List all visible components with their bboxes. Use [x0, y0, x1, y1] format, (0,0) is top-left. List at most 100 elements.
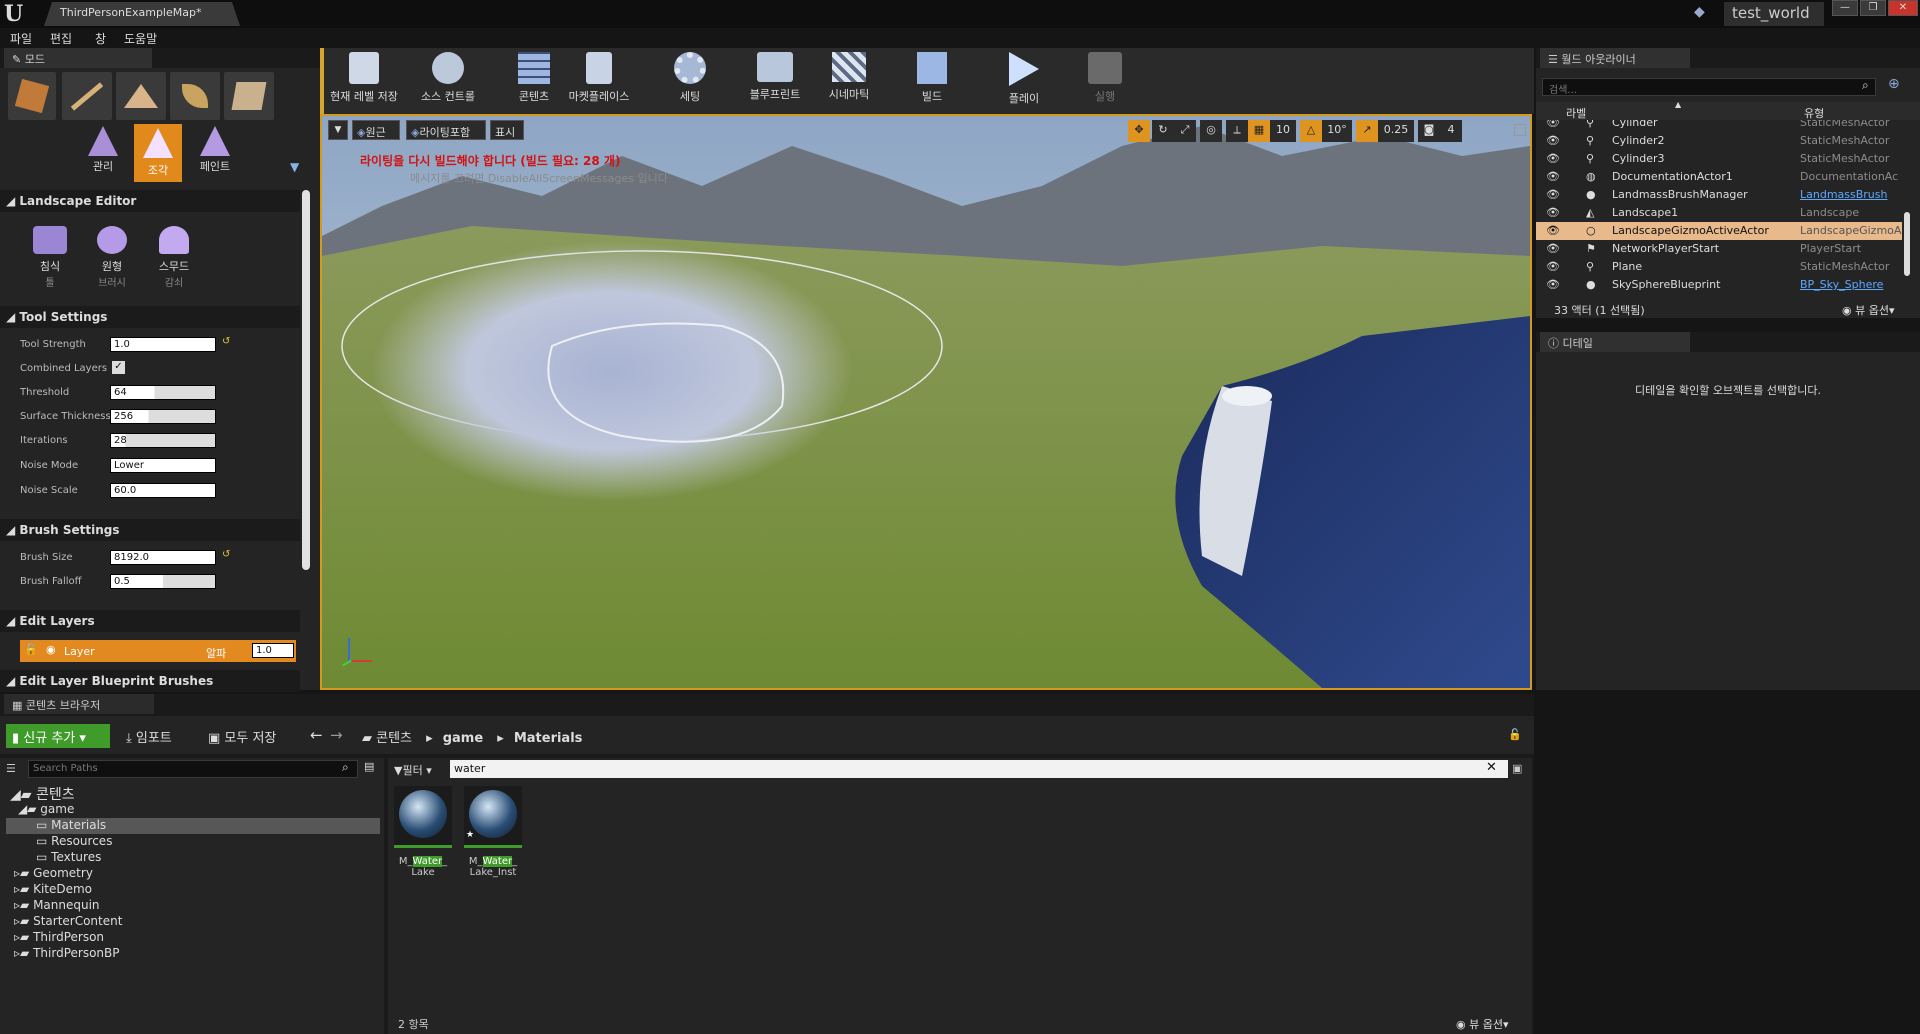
scale-snap-value[interactable]: 0.25 [1378, 120, 1414, 142]
save-all-button[interactable]: ▣ 모두 저장 [208, 727, 276, 746]
menu-edit[interactable]: 편집 [50, 30, 72, 47]
cinematic-button[interactable]: 시네마틱 [816, 52, 882, 112]
outliner-row[interactable]: 👁 ⚑ NetworkPlayerStart PlayerStart [1536, 240, 1902, 258]
rotation-snap-value[interactable]: 10° [1322, 120, 1352, 142]
tree-item[interactable]: ◢▰ 콘텐츠 [10, 784, 75, 804]
geometry-mode-button[interactable] [224, 72, 274, 120]
brush-size-field[interactable]: 8192.0 [110, 550, 216, 565]
tree-item[interactable]: ▹▰ ThirdPerson [14, 930, 104, 944]
surface-snap-icon[interactable]: ⟂ [1226, 120, 1248, 142]
tool-settings-header[interactable]: ◢ Tool Settings [0, 306, 300, 328]
search-icon[interactable]: ⌕ [1862, 78, 1869, 93]
eye-icon[interactable]: 👁 [1546, 224, 1560, 237]
threshold-field[interactable]: 64 [110, 385, 216, 400]
outliner-row[interactable]: 👁 ⚲ Cylinder3 StaticMeshActor [1536, 150, 1902, 168]
tree-item[interactable]: ▹▰ Mannequin [14, 898, 100, 912]
col-type[interactable]: 유형 [1804, 105, 1824, 121]
lock-icon[interactable]: 🔓 [24, 643, 38, 656]
landscape-mode-button[interactable] [116, 72, 166, 120]
outliner-row-selected[interactable]: 👁 ○ LandscapeGizmoActiveActor LandscapeGizm… [1536, 222, 1902, 240]
breadcrumb-item[interactable]: game [443, 731, 483, 746]
translate-icon[interactable]: ✥ [1128, 120, 1150, 142]
grid-snap-value[interactable]: 10 [1270, 120, 1296, 142]
breadcrumb-item[interactable]: 콘텐츠 [376, 731, 412, 746]
modes-scrollbar[interactable] [302, 190, 310, 570]
combined-layers-checkbox[interactable]: ✓ [112, 361, 125, 374]
tree-item[interactable]: ◢▰ game [18, 802, 74, 816]
tree-item[interactable]: ▹▰ ThirdPersonBP [14, 946, 119, 960]
content-button[interactable]: 콘텐츠 [506, 52, 562, 112]
clear-search-icon[interactable]: ✕ [1486, 760, 1497, 775]
camera-speed-value[interactable]: 4 [1440, 120, 1462, 142]
launch-button[interactable]: 실행 [1078, 52, 1132, 112]
outliner-row[interactable]: 👁 ● LandmassBrushManager LandmassBrush [1536, 186, 1902, 204]
viewport-options-button[interactable]: ▼ [328, 120, 348, 140]
brush-settings-header[interactable]: ◢ Brush Settings [0, 519, 300, 541]
tool-strength-field[interactable]: 1.0 [110, 337, 216, 352]
paint-layer-mode-button[interactable]: 페인트 [190, 124, 240, 180]
tree-item-selected[interactable]: ▭ Materials [36, 818, 106, 832]
eye-icon[interactable]: 👁 [1546, 170, 1560, 183]
eye-icon[interactable]: 👁 [1546, 152, 1560, 165]
tree-options-icon[interactable]: ▤ [364, 760, 374, 773]
reset-icon[interactable]: ↺ [222, 336, 230, 347]
asset-tile[interactable]: ★ [464, 786, 522, 848]
maximize-viewport-icon[interactable] [1514, 124, 1526, 136]
forward-icon[interactable]: → [330, 726, 343, 744]
tree-item[interactable]: ▹▰ Geometry [14, 866, 93, 880]
sources-toggle-icon[interactable]: ☰ [6, 762, 16, 775]
scale-snap-icon[interactable]: ↗ [1356, 120, 1378, 142]
breadcrumb-item[interactable]: Materials [514, 731, 583, 746]
play-button[interactable]: 플레이 [996, 52, 1052, 112]
outliner-search-input[interactable]: 검색... [1542, 78, 1876, 96]
noise-scale-field[interactable]: 60.0 [110, 483, 216, 498]
save-search-icon[interactable]: ▣ [1512, 762, 1522, 775]
import-button[interactable]: ⤓ 임포트 [126, 727, 172, 746]
outliner-row[interactable]: 👁 ◍ DocumentationActor1 DocumentationAc [1536, 168, 1902, 186]
manage-mode-button[interactable]: 관리 [80, 124, 126, 180]
level-viewport[interactable]: ▼ ◈원근 ◈라이팅포함 표시 라이팅을 다시 빌드해야 합니다 (빌드 필요:… [320, 114, 1532, 690]
iterations-field[interactable]: 28 [110, 433, 216, 448]
tool-erosion[interactable]: 침식 툴 [22, 222, 78, 292]
place-mode-button[interactable] [8, 72, 56, 120]
tool-smooth-falloff[interactable]: 스무드 감쇠 [146, 222, 202, 292]
menu-window[interactable]: 창 [95, 30, 106, 47]
build-button[interactable]: 빌드 [906, 52, 958, 112]
alpha-field[interactable]: 1.0 [252, 643, 294, 658]
surface-thickness-field[interactable]: 256 [110, 409, 216, 424]
eye-icon[interactable]: 👁 [1546, 260, 1560, 273]
tree-item[interactable]: ▭ Resources [36, 834, 112, 848]
marketplace-button[interactable]: 마켓플레이스 [562, 52, 636, 112]
outliner-view-options[interactable]: ◉ 뷰 옵션▾ [1842, 302, 1895, 318]
search-icon[interactable]: ⌕ [342, 760, 349, 775]
paint-mode-button[interactable] [62, 72, 112, 120]
perspective-button[interactable]: ◈원근 [352, 120, 400, 140]
actor-type-link[interactable]: LandmassBrush [1800, 188, 1887, 201]
eye-icon[interactable]: 👁 [1546, 188, 1560, 201]
show-button[interactable]: 표시 [490, 120, 524, 140]
minimize-icon[interactable]: — [1832, 0, 1858, 16]
outliner-scrollbar[interactable] [1904, 212, 1910, 276]
content-browser-tab[interactable]: ▦ 콘텐츠 브라우저 [4, 694, 154, 714]
add-new-button[interactable]: ▮ 신규 추가 ▾ [6, 724, 110, 748]
brush-size-reset-icon[interactable]: ↺ [222, 549, 230, 560]
brush-falloff-field[interactable]: 0.5 [110, 574, 216, 589]
noise-mode-select[interactable]: Lower [110, 458, 216, 473]
asset-tile[interactable] [394, 786, 452, 848]
document-tab[interactable]: ThirdPersonExampleMap* [44, 2, 240, 26]
tree-item[interactable]: ▹▰ KiteDemo [14, 882, 92, 896]
eye-icon[interactable]: 👁 [1546, 206, 1560, 219]
settings-button[interactable]: 세팅 [660, 52, 720, 112]
close-icon[interactable]: ✕ [1888, 0, 1918, 16]
menu-help[interactable]: 도움말 [124, 30, 157, 47]
foliage-mode-button[interactable] [170, 72, 220, 120]
menu-file[interactable]: 파일 [10, 30, 32, 47]
edit-layer-bp-header[interactable]: ◢ Edit Layer Blueprint Brushes [0, 670, 300, 692]
eye-icon[interactable]: 👁 [1546, 120, 1560, 129]
pin-icon[interactable]: ▼ [290, 160, 306, 174]
asset-search-input[interactable]: water [450, 760, 1508, 778]
save-level-button[interactable]: 현재 레벨 저장 [326, 52, 402, 112]
tree-item[interactable]: ▭ Textures [36, 850, 101, 864]
lighting-mode-button[interactable]: ◈라이팅포함 [406, 120, 486, 140]
outliner-row[interactable]: 👁 ● SkySphereBlueprint BP_Sky_Sphere [1536, 276, 1902, 292]
